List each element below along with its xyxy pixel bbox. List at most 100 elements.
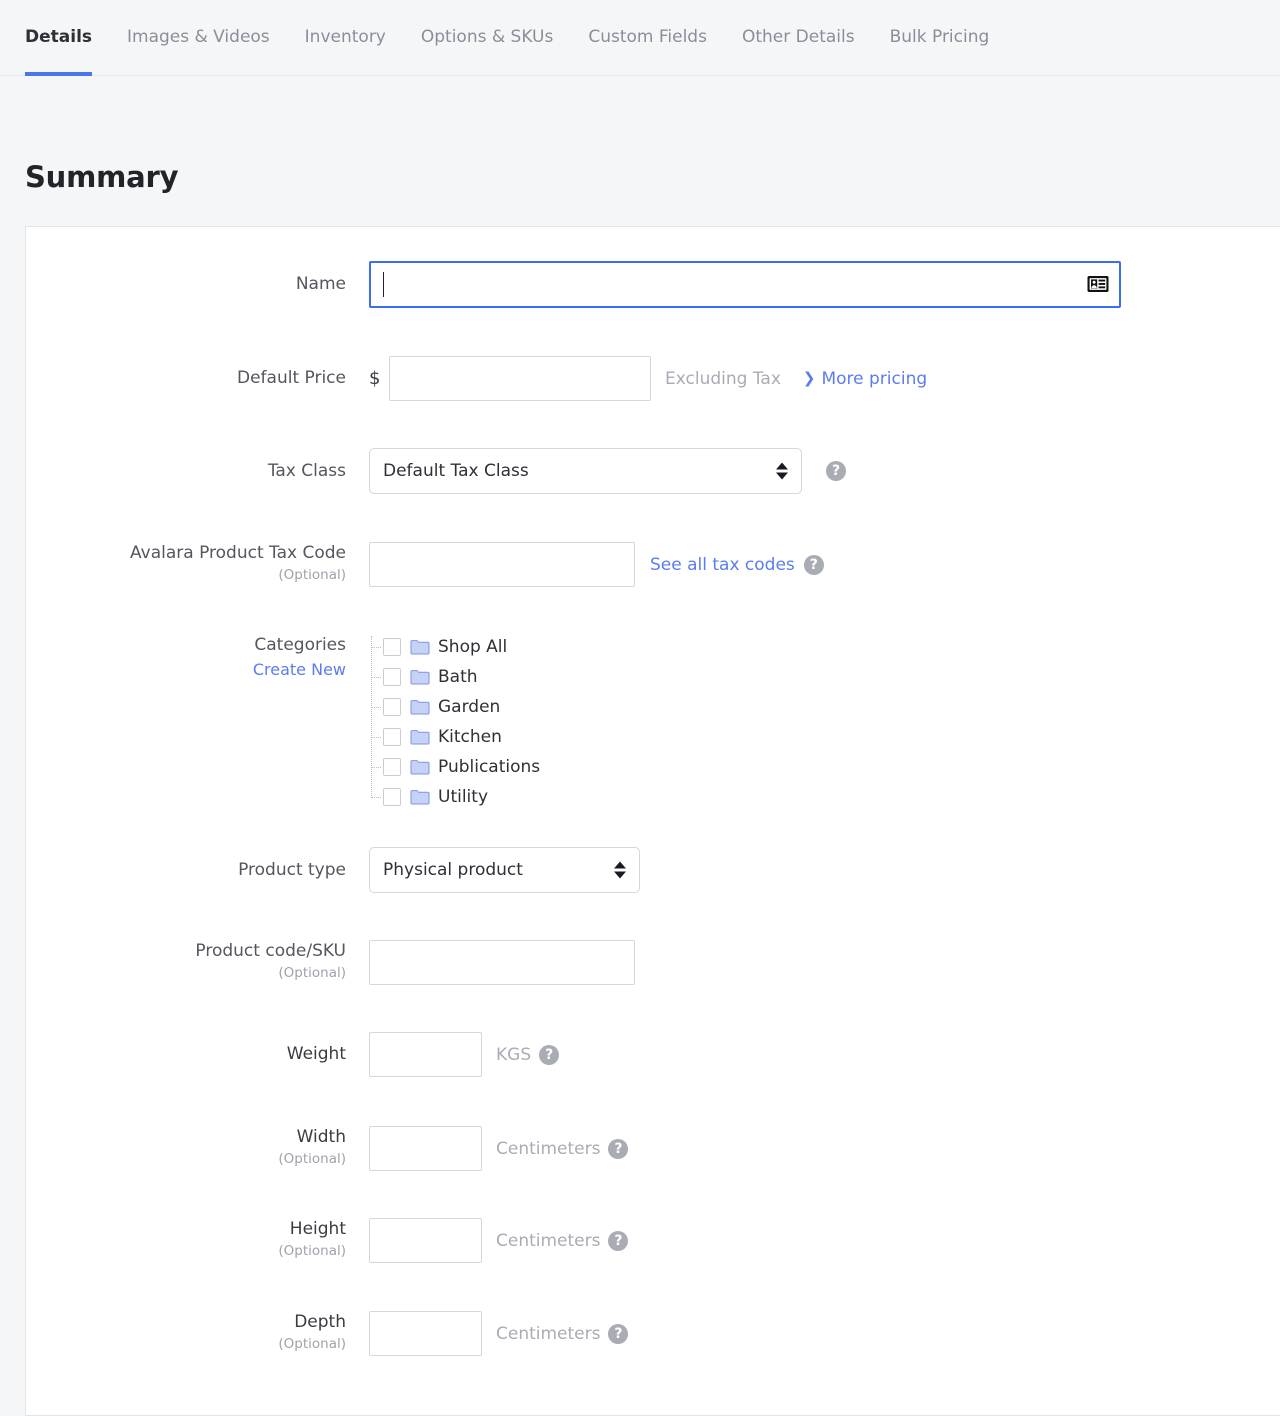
field-row-product-type: Product type Physical product bbox=[0, 847, 1150, 893]
tab-details[interactable]: Details bbox=[25, 0, 92, 76]
field-input-col: Centimeters ? bbox=[369, 1126, 1150, 1171]
page-title: Summary bbox=[25, 160, 178, 194]
category-item-utility[interactable]: Utility bbox=[369, 782, 1150, 812]
product-type-select[interactable]: Physical product bbox=[369, 847, 640, 893]
depth-input[interactable] bbox=[369, 1311, 482, 1356]
tax-class-select-wrap: Default Tax Class bbox=[369, 448, 802, 494]
category-label: Kitchen bbox=[438, 727, 502, 747]
height-label: Height bbox=[0, 1218, 346, 1240]
field-label-col: Depth (Optional) bbox=[0, 1311, 369, 1354]
category-item-publications[interactable]: Publications bbox=[369, 752, 1150, 782]
avalara-optional-note: (Optional) bbox=[0, 565, 346, 585]
product-code-sku-input[interactable] bbox=[369, 940, 635, 985]
category-label: Garden bbox=[438, 697, 500, 717]
avalara-help-icon[interactable]: ? bbox=[804, 555, 824, 575]
chevron-right-icon: ❯ bbox=[803, 371, 816, 386]
folder-icon bbox=[410, 729, 430, 745]
depth-help-icon[interactable]: ? bbox=[608, 1324, 628, 1344]
field-row-default-price: Default Price $ Excluding Tax ❯ More pri… bbox=[0, 356, 1150, 401]
field-input-col bbox=[369, 940, 1150, 985]
field-row-avalara-tax-code: Avalara Product Tax Code (Optional) See … bbox=[0, 542, 1150, 587]
field-input-col: Shop All Bath Garden Kitchen Publication bbox=[369, 632, 1150, 812]
tab-label: Inventory bbox=[305, 27, 386, 47]
category-checkbox[interactable] bbox=[383, 758, 401, 776]
field-label-col: Default Price bbox=[0, 356, 369, 401]
tab-label: Bulk Pricing bbox=[890, 27, 990, 47]
field-input-col bbox=[369, 261, 1150, 308]
tab-label: Other Details bbox=[742, 27, 855, 47]
field-row-height: Height (Optional) Centimeters ? bbox=[0, 1218, 1150, 1263]
more-pricing-link[interactable]: ❯ More pricing bbox=[803, 369, 927, 389]
category-checkbox[interactable] bbox=[383, 638, 401, 656]
tab-options-skus[interactable]: Options & SKUs bbox=[421, 0, 553, 76]
tab-inventory[interactable]: Inventory bbox=[305, 0, 386, 76]
tab-list: Details Images & Videos Inventory Option… bbox=[25, 0, 989, 76]
field-input-col: Centimeters ? bbox=[369, 1311, 1150, 1356]
product-code-optional-note: (Optional) bbox=[0, 963, 346, 983]
depth-group: Centimeters ? bbox=[369, 1311, 1150, 1356]
width-help-icon[interactable]: ? bbox=[608, 1139, 628, 1159]
weight-input[interactable] bbox=[369, 1032, 482, 1077]
more-pricing-label: More pricing bbox=[821, 369, 927, 389]
tab-label: Options & SKUs bbox=[421, 27, 553, 47]
tab-images-videos[interactable]: Images & Videos bbox=[127, 0, 270, 76]
tax-class-help-icon[interactable]: ? bbox=[826, 461, 846, 481]
categories-label: Categories bbox=[0, 632, 346, 658]
categories-tree: Shop All Bath Garden Kitchen Publication bbox=[369, 632, 1150, 812]
height-unit-label: Centimeters bbox=[496, 1231, 600, 1251]
field-row-depth: Depth (Optional) Centimeters ? bbox=[0, 1311, 1150, 1356]
folder-icon bbox=[410, 639, 430, 655]
contact-card-icon[interactable] bbox=[1086, 272, 1110, 296]
field-label-col: Product code/SKU (Optional) bbox=[0, 940, 369, 983]
category-item-shop-all[interactable]: Shop All bbox=[369, 632, 1150, 662]
depth-unit-label: Centimeters bbox=[496, 1324, 600, 1344]
tab-custom-fields[interactable]: Custom Fields bbox=[588, 0, 707, 76]
field-label-col: Avalara Product Tax Code (Optional) bbox=[0, 542, 369, 585]
avalara-tax-code-input[interactable] bbox=[369, 542, 635, 587]
tab-label: Details bbox=[25, 27, 92, 47]
product-type-select-wrap: Physical product bbox=[369, 847, 640, 893]
name-input-wrap bbox=[369, 261, 1121, 308]
width-input[interactable] bbox=[369, 1126, 482, 1171]
field-input-col: $ Excluding Tax ❯ More pricing bbox=[369, 356, 1150, 401]
tab-bulk-pricing[interactable]: Bulk Pricing bbox=[890, 0, 990, 76]
field-input-col: Default Tax Class ? bbox=[369, 448, 1150, 494]
category-checkbox[interactable] bbox=[383, 668, 401, 686]
weight-unit-label: KGS bbox=[496, 1045, 531, 1065]
tab-label: Custom Fields bbox=[588, 27, 707, 47]
tab-other-details[interactable]: Other Details bbox=[742, 0, 855, 76]
height-input[interactable] bbox=[369, 1218, 482, 1263]
width-group: Centimeters ? bbox=[369, 1126, 1150, 1171]
create-new-category-link[interactable]: Create New bbox=[0, 658, 346, 682]
category-checkbox[interactable] bbox=[383, 788, 401, 806]
default-price-input[interactable] bbox=[389, 356, 651, 401]
text-caret bbox=[383, 272, 384, 297]
name-input[interactable] bbox=[369, 261, 1121, 308]
width-optional-note: (Optional) bbox=[0, 1149, 346, 1169]
category-label: Shop All bbox=[438, 637, 507, 657]
field-row-name: Name bbox=[0, 261, 1150, 308]
field-row-width: Width (Optional) Centimeters ? bbox=[0, 1126, 1150, 1171]
field-row-product-code: Product code/SKU (Optional) bbox=[0, 940, 1150, 985]
height-optional-note: (Optional) bbox=[0, 1241, 346, 1261]
folder-icon bbox=[410, 669, 430, 685]
field-input-col: See all tax codes ? bbox=[369, 542, 1150, 587]
tab-bar: Details Images & Videos Inventory Option… bbox=[0, 0, 1280, 76]
tax-class-select[interactable]: Default Tax Class bbox=[369, 448, 802, 494]
category-item-garden[interactable]: Garden bbox=[369, 692, 1150, 722]
field-label-col: Tax Class bbox=[0, 448, 369, 494]
tax-class-label: Tax Class bbox=[0, 448, 346, 494]
category-item-kitchen[interactable]: Kitchen bbox=[369, 722, 1150, 752]
category-checkbox[interactable] bbox=[383, 728, 401, 746]
height-help-icon[interactable]: ? bbox=[608, 1231, 628, 1251]
category-item-bath[interactable]: Bath bbox=[369, 662, 1150, 692]
field-label-col: Width (Optional) bbox=[0, 1126, 369, 1169]
category-checkbox[interactable] bbox=[383, 698, 401, 716]
see-all-tax-codes-link[interactable]: See all tax codes bbox=[650, 555, 795, 575]
field-row-categories: Categories Create New Shop All Bath Gard… bbox=[0, 632, 1150, 812]
category-label: Bath bbox=[438, 667, 478, 687]
height-group: Centimeters ? bbox=[369, 1218, 1150, 1263]
field-input-col: KGS ? bbox=[369, 1032, 1150, 1077]
price-group: $ Excluding Tax ❯ More pricing bbox=[369, 356, 1150, 401]
weight-help-icon[interactable]: ? bbox=[539, 1045, 559, 1065]
